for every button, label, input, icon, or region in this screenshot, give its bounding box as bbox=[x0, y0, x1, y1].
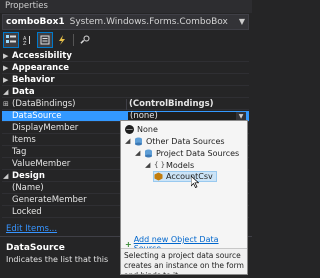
window-title: Properties bbox=[0, 0, 252, 13]
property-name: (DataBindings) bbox=[12, 99, 76, 109]
property-name: DisplayMember bbox=[12, 123, 79, 133]
object-type: System.Windows.Forms.ComboBox bbox=[69, 17, 228, 27]
category-label: Design bbox=[12, 171, 45, 181]
datasource-dropdown-popup: — None ◢ Other Data Sources ◢ Project Da… bbox=[120, 120, 248, 275]
property-name: DataSource bbox=[12, 111, 62, 121]
collapse-icon[interactable]: ◢ bbox=[3, 87, 8, 98]
expand-icon[interactable]: ▶ bbox=[3, 63, 8, 74]
category-label: Data bbox=[12, 87, 35, 97]
chevron-down-icon[interactable]: ◢ bbox=[125, 136, 132, 147]
data-source-icon bbox=[134, 137, 143, 146]
category-label: Accessibility bbox=[12, 51, 72, 61]
object-selector[interactable]: comboBox1 System.Windows.Forms.ComboBox … bbox=[2, 14, 249, 30]
property-row-databindings[interactable]: ⊞ (DataBindings) (ControlBindings) bbox=[2, 99, 249, 110]
chevron-down-icon[interactable]: ◢ bbox=[135, 148, 142, 159]
properties-icon[interactable] bbox=[37, 32, 53, 48]
class-icon bbox=[154, 172, 163, 181]
events-icon[interactable] bbox=[55, 33, 69, 47]
tree-item-none[interactable]: — None bbox=[125, 124, 158, 135]
expand-icon[interactable]: ▶ bbox=[3, 75, 8, 86]
namespace-icon: { } bbox=[154, 161, 166, 169]
tree-item-accountcsv[interactable]: AccountCsv bbox=[153, 171, 217, 182]
tree-item-label: Models bbox=[166, 161, 195, 170]
chevron-down-icon[interactable]: ◢ bbox=[145, 160, 152, 171]
toolbar-separator bbox=[73, 34, 74, 46]
expand-icon[interactable]: ▶ bbox=[3, 51, 8, 62]
category-appearance[interactable]: ▶ Appearance bbox=[2, 63, 249, 74]
object-name: comboBox1 bbox=[6, 17, 65, 27]
property-name: Locked bbox=[12, 207, 42, 217]
category-label: Appearance bbox=[12, 63, 70, 73]
tree-item-label: Project Data Sources bbox=[156, 149, 240, 158]
category-behavior[interactable]: ▶ Behavior bbox=[2, 75, 249, 86]
tree-item-project-data-sources[interactable]: ◢ Project Data Sources bbox=[135, 148, 239, 159]
property-name: GenerateMember bbox=[12, 195, 87, 205]
tree-item-label: None bbox=[137, 125, 158, 134]
properties-toolbar: AZ bbox=[2, 31, 249, 49]
property-name: Tag bbox=[12, 147, 27, 157]
popup-description: Selecting a project data source creates … bbox=[121, 248, 247, 274]
svg-text:Z: Z bbox=[23, 41, 27, 45]
category-label: Behavior bbox=[12, 75, 55, 85]
property-name: Items bbox=[12, 135, 36, 145]
none-icon: — bbox=[125, 125, 134, 134]
categorized-icon[interactable] bbox=[3, 32, 19, 48]
data-source-icon bbox=[144, 149, 153, 158]
alphabetical-icon[interactable]: AZ bbox=[21, 33, 35, 47]
property-name: ValueMember bbox=[12, 159, 71, 169]
description-title: DataSource bbox=[6, 243, 65, 253]
tree-item-label: AccountCsv bbox=[166, 172, 213, 181]
tree-item-other-data-sources[interactable]: ◢ Other Data Sources bbox=[125, 136, 225, 147]
tree-item-label: Other Data Sources bbox=[146, 137, 225, 146]
category-accessibility[interactable]: ▶ Accessibility bbox=[2, 51, 249, 62]
chevron-down-icon[interactable]: ▼ bbox=[239, 17, 245, 26]
property-value: (ControlBindings) bbox=[129, 99, 214, 109]
property-name: (Name) bbox=[12, 183, 44, 193]
property-pages-icon[interactable] bbox=[78, 33, 92, 47]
collapse-icon[interactable]: ◢ bbox=[3, 171, 8, 182]
tree-item-models[interactable]: ◢ { } Models bbox=[145, 160, 194, 171]
edit-items-link[interactable]: Edit Items... bbox=[6, 224, 57, 234]
expand-icon[interactable]: ⊞ bbox=[3, 99, 9, 110]
description-text: Indicates the list that this bbox=[6, 255, 109, 264]
category-data[interactable]: ◢ Data bbox=[2, 87, 249, 98]
column-splitter[interactable] bbox=[126, 99, 127, 110]
